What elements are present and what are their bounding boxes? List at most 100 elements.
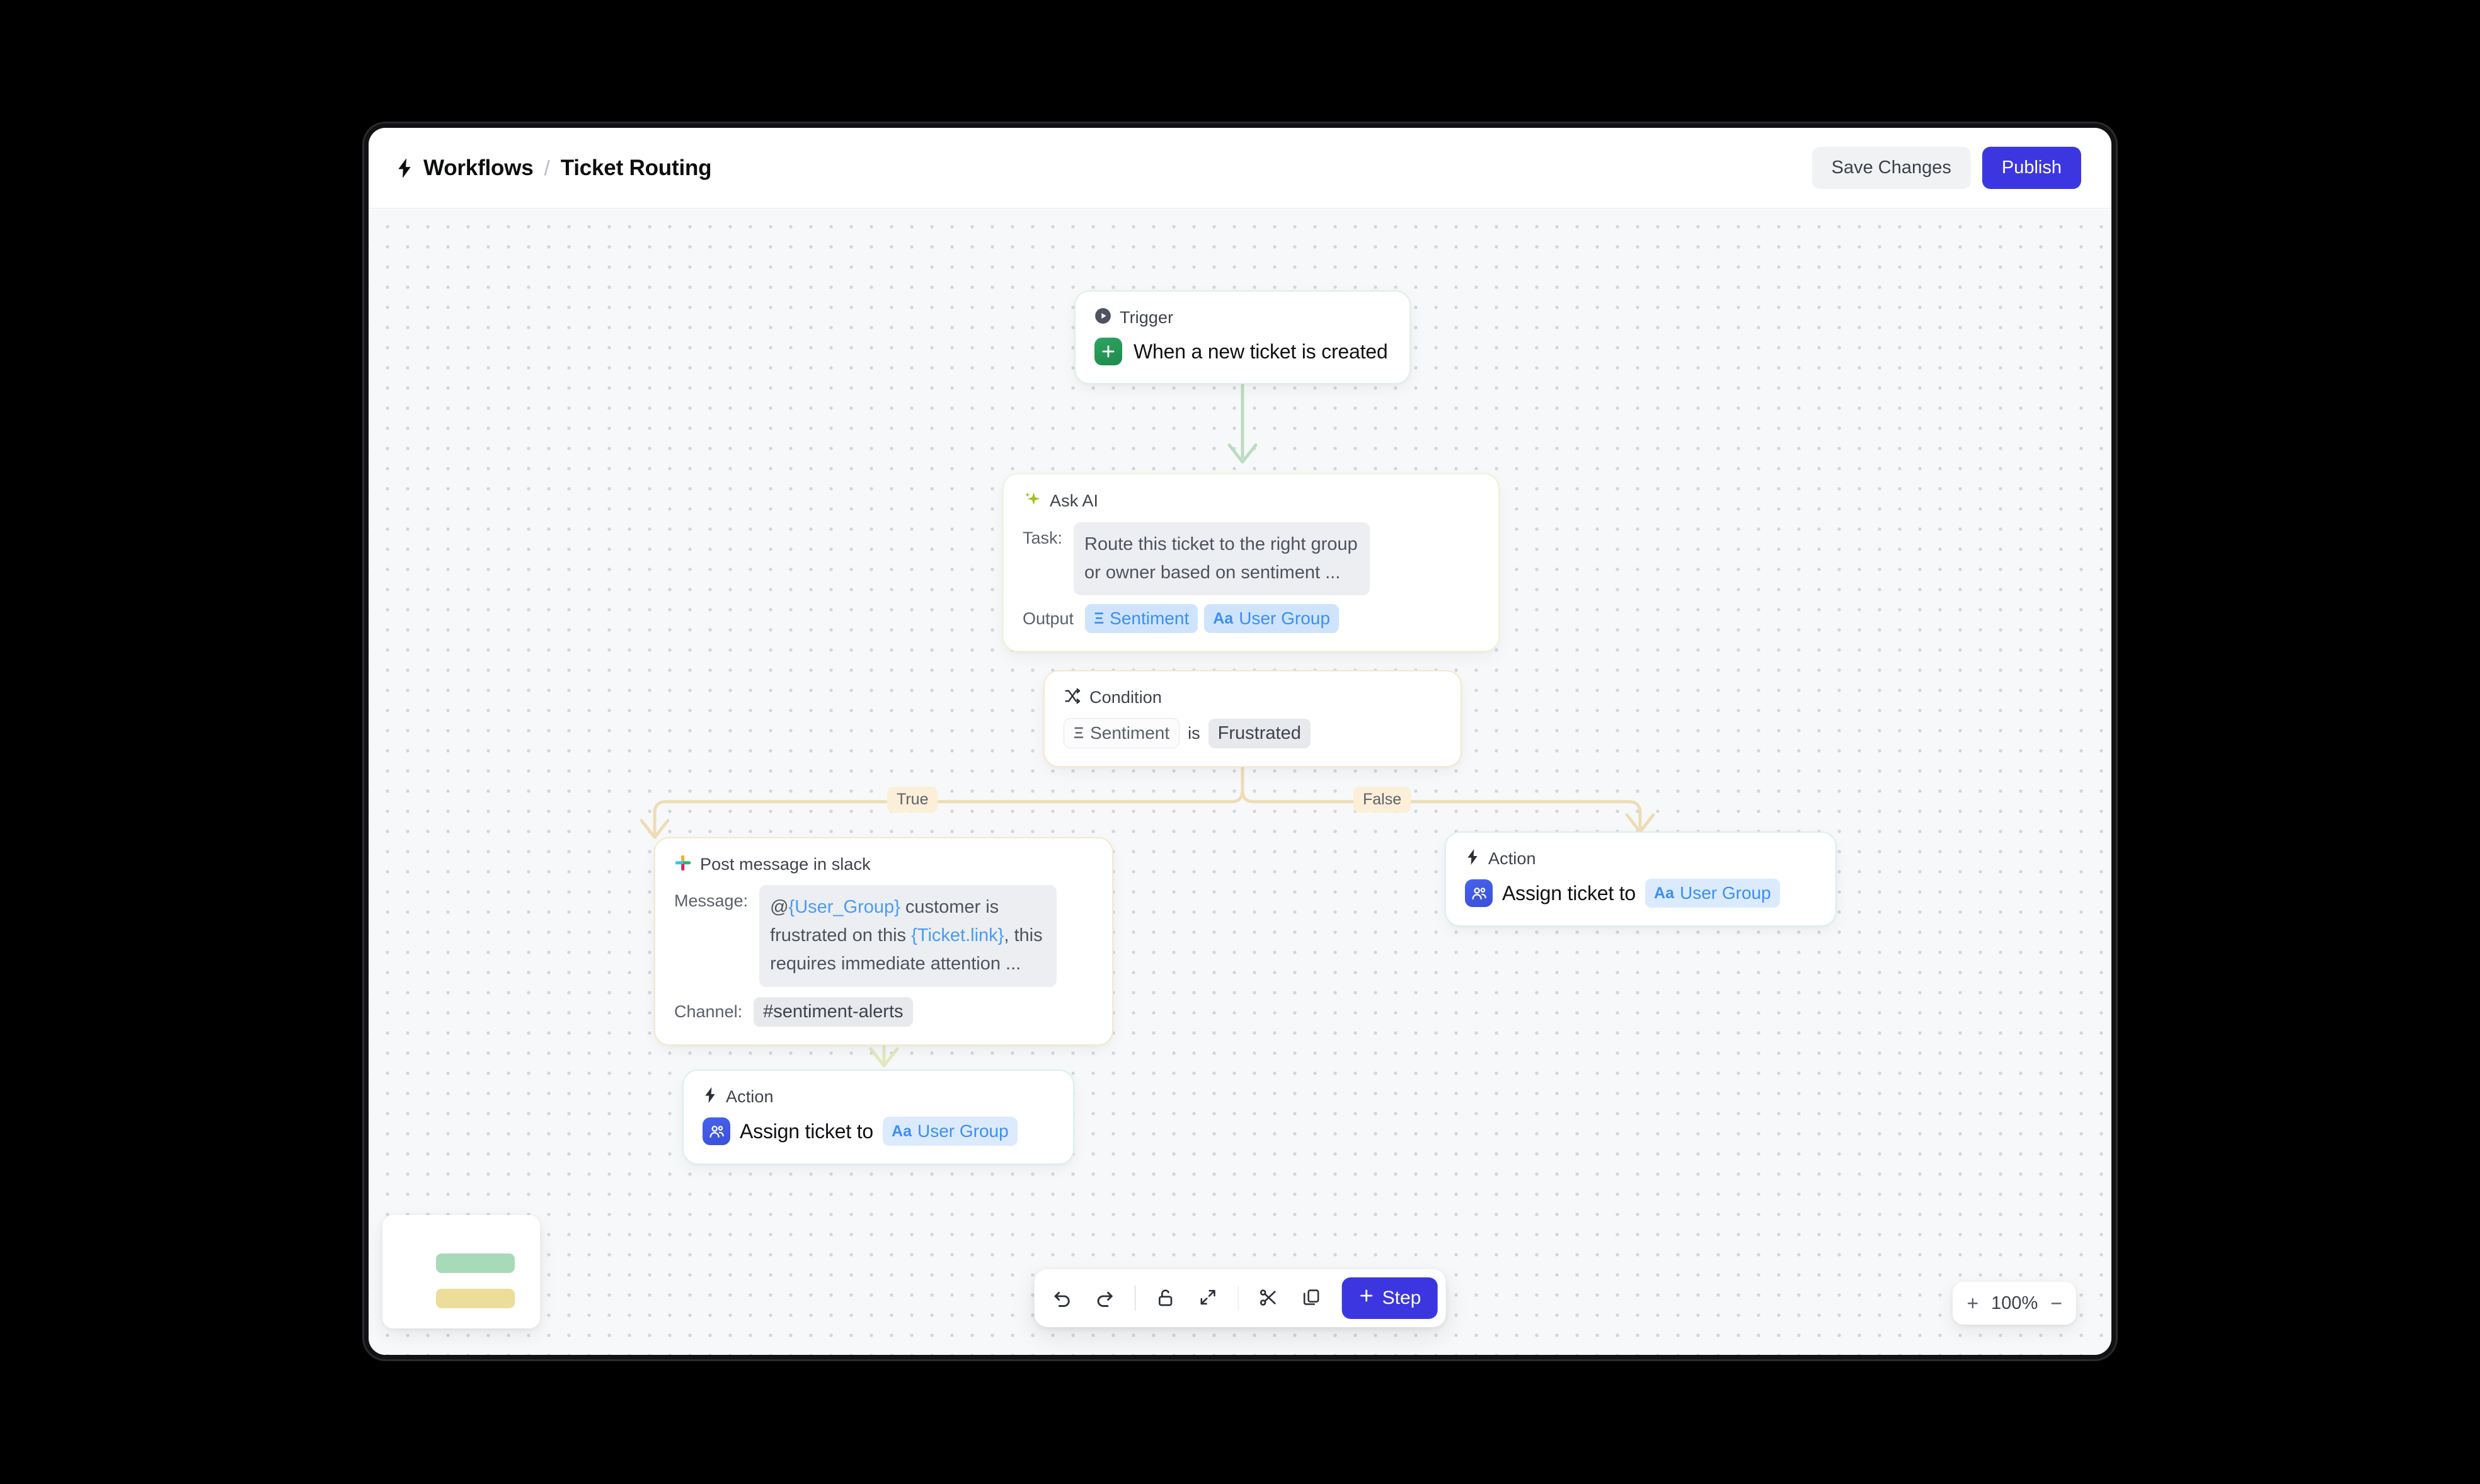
list-icon: Ξ [1094,609,1105,627]
undo-icon [1052,1287,1073,1310]
play-circle-icon [1094,307,1111,328]
undo-button[interactable] [1043,1279,1082,1318]
node-action-true-title: Assign ticket to [740,1119,874,1143]
bolt-icon [1465,848,1480,869]
breadcrumb: Workflows / Ticket Routing [395,155,712,181]
ask-ai-output-sentiment[interactable]: Ξ Sentiment [1085,604,1198,634]
zoom-in-button[interactable]: + [1966,1293,1978,1313]
lock-button[interactable] [1145,1279,1185,1318]
condition-variable-chip[interactable]: Ξ Sentiment [1064,718,1180,748]
node-ask-ai[interactable]: Ask AI Task: Route this ticket to the ri… [1004,474,1498,651]
breadcrumb-leaf: Ticket Routing [560,155,712,180]
copy-button[interactable] [1292,1279,1331,1318]
node-action-true-target-label: User Group [917,1121,1009,1141]
condition-variable-label: Sentiment [1090,723,1170,743]
cut-button[interactable] [1249,1279,1288,1318]
ask-ai-output-user-group[interactable]: Aa User Group [1204,604,1339,634]
ask-ai-output-sentiment-label: Sentiment [1110,608,1190,629]
slack-message-token: {Ticket.link} [911,925,1004,946]
node-trigger-header: Trigger [1076,292,1409,328]
node-trigger-title: When a new ticket is created [1134,340,1388,363]
ask-ai-task-label: Task: [1023,528,1063,547]
plus-square-icon [1094,338,1122,365]
expand-icon [1198,1287,1218,1309]
node-action-true[interactable]: Action Assign ticket to Aa User Group [684,1071,1073,1163]
toolbar-divider-2 [1237,1286,1239,1311]
slack-channel-label: Channel: [674,1002,743,1021]
node-condition[interactable]: Condition Ξ Sentiment is Frustrated [1045,671,1461,766]
slack-channel-value[interactable]: #sentiment-alerts [754,996,913,1027]
ask-ai-output-user-group-label: User Group [1239,608,1330,629]
slack-message-token: {User_Group} [788,897,900,917]
breadcrumb-separator: / [544,156,550,180]
workflow-canvas[interactable]: True False Trigger When a new ticket is … [369,208,2111,1355]
node-action-false-target[interactable]: Aa User Group [1645,879,1780,908]
plus-icon [1358,1287,1375,1309]
edge-label-true: True [887,787,938,813]
node-slack[interactable]: Post message in slack Message: @{User_Gr… [655,838,1112,1044]
save-changes-button[interactable]: Save Changes [1811,147,1971,189]
edge-label-false: False [1353,787,1411,813]
condition-operator: is [1188,723,1200,743]
users-icon [1465,879,1493,907]
list-icon: Ξ [1074,724,1084,742]
node-condition-kind: Condition [1089,688,1162,707]
zoom-control: + 100% − [1953,1282,2076,1325]
lock-open-icon [1155,1287,1175,1310]
slack-message-value[interactable]: @{User_Group} customer is frustrated on … [759,885,1057,987]
canvas-toolbar: Step [1034,1269,1446,1327]
node-action-true-target[interactable]: Aa User Group [883,1117,1018,1146]
node-condition-header: Condition [1045,671,1461,708]
text-icon: Aa [892,1122,912,1140]
node-trigger-body: When a new ticket is created [1076,328,1409,383]
add-step-button[interactable]: Step [1341,1277,1438,1319]
minimap-node-block [436,1289,515,1308]
node-action-false-body: Assign ticket to Aa User Group [1446,869,1835,925]
node-trigger-kind: Trigger [1120,307,1174,327]
slack-message-text: @ [770,897,789,917]
toolbar-divider-1 [1134,1286,1136,1311]
node-trigger[interactable]: Trigger When a new ticket is created [1076,292,1409,383]
expand-button[interactable] [1188,1279,1227,1318]
node-action-false-title: Assign ticket to [1502,881,1636,905]
zoom-out-button[interactable]: − [2050,1293,2062,1313]
node-ask-ai-header: Ask AI [1004,474,1498,512]
condition-value-chip[interactable]: Frustrated [1208,718,1311,748]
add-step-label: Step [1382,1287,1421,1308]
app-window: Workflows / Ticket Routing Save Changes … [364,123,2116,1359]
text-icon: Aa [1654,884,1674,902]
users-icon [703,1117,730,1145]
redo-button[interactable] [1086,1279,1125,1318]
node-action-true-body: Assign ticket to Aa User Group [684,1107,1073,1163]
bolt-icon [703,1087,718,1107]
node-slack-kind: Post message in slack [700,855,871,874]
node-action-false[interactable]: Action Assign ticket to Aa User Group [1446,833,1835,925]
publish-button[interactable]: Publish [1982,147,2081,189]
node-slack-body: Message: @{User_Group} customer is frust… [655,875,1112,1044]
node-action-false-kind: Action [1488,848,1536,868]
node-action-false-target-label: User Group [1679,883,1771,903]
node-ask-ai-body: Task: Route this ticket to the right gro… [1004,512,1498,651]
app-header: Workflows / Ticket Routing Save Changes … [369,128,2111,208]
node-action-true-kind: Action [726,1087,774,1106]
node-action-true-header: Action [684,1071,1073,1107]
minimap-node-block [436,1253,515,1273]
bolt-icon [395,157,414,179]
copy-icon [1301,1287,1321,1309]
header-actions: Save Changes Publish [1811,147,2081,189]
shuffle-icon [1064,687,1081,708]
redo-icon [1094,1287,1116,1310]
ask-ai-task-value[interactable]: Route this ticket to the right group or … [1074,522,1370,596]
node-action-false-header: Action [1446,833,1835,869]
sparkles-icon [1023,490,1042,512]
node-slack-header: Post message in slack [655,838,1112,875]
zoom-level: 100% [1991,1293,2038,1313]
minimap[interactable] [382,1215,540,1328]
breadcrumb-root[interactable]: Workflows [423,156,534,181]
scissors-icon [1258,1287,1278,1310]
node-condition-body: Ξ Sentiment is Frustrated [1045,708,1461,766]
text-icon: Aa [1213,609,1234,627]
node-ask-ai-kind: Ask AI [1050,491,1099,510]
slack-message-label: Message: [674,891,749,910]
slack-icon [674,854,692,875]
